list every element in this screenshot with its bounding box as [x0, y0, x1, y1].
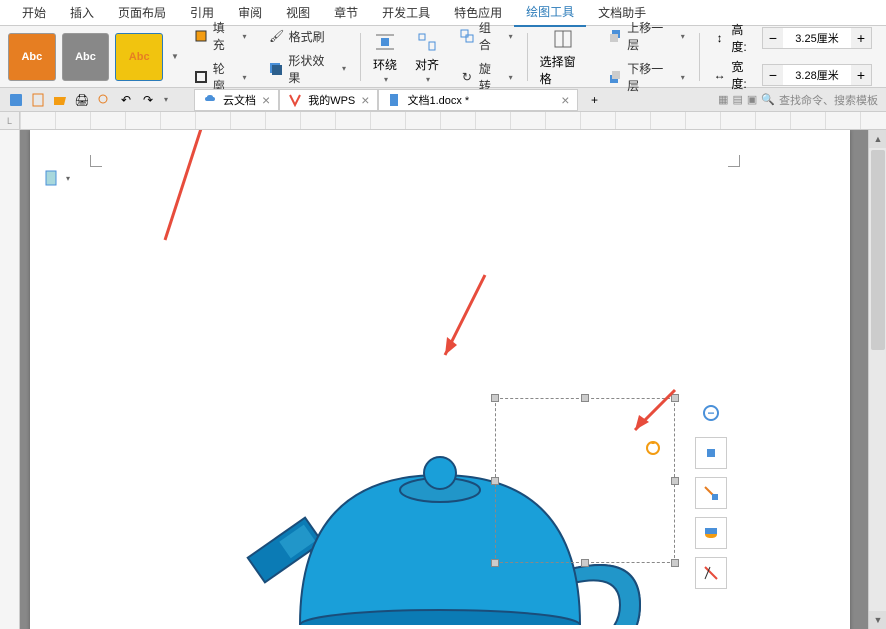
collapse-button[interactable]: −: [703, 405, 719, 421]
document-page[interactable]: ▾: [30, 130, 850, 629]
tab-devtools[interactable]: 开发工具: [370, 0, 442, 26]
movedown-button[interactable]: 下移一层▾: [605, 58, 686, 96]
shapeeffect-button[interactable]: 形状效果▾: [267, 50, 348, 88]
moveup-button[interactable]: 上移一层▾: [605, 17, 686, 55]
width-minus-button[interactable]: −: [763, 65, 783, 85]
ruler-corner: L: [0, 112, 20, 130]
height-input[interactable]: [783, 28, 851, 48]
width-input[interactable]: [783, 65, 851, 85]
close-icon[interactable]: ×: [262, 92, 270, 108]
wrap-button[interactable]: 环绕▾: [367, 30, 403, 84]
wrap-icon: [373, 30, 397, 54]
undo-icon[interactable]: ↶: [118, 92, 134, 108]
formatbrush-button[interactable]: 🖌 格式刷: [267, 26, 348, 47]
shape-style-yellow[interactable]: Abc: [115, 33, 163, 81]
margin-marker: [90, 155, 102, 167]
redo-icon[interactable]: ↷: [140, 92, 156, 108]
height-minus-button[interactable]: −: [763, 28, 783, 48]
margin-marker: [728, 155, 740, 167]
group-button[interactable]: 组合▾: [457, 17, 515, 55]
doc-options-button[interactable]: ▾: [44, 170, 70, 186]
movedown-icon: [607, 69, 623, 85]
tab-layout[interactable]: 页面布局: [106, 0, 178, 26]
brush-icon: 🖌: [269, 28, 285, 44]
qat-dropdown-icon[interactable]: ▾: [164, 95, 168, 104]
tab-chapter[interactable]: 章节: [322, 0, 370, 26]
tab-start[interactable]: 开始: [10, 0, 58, 26]
tab-drawing[interactable]: 绘图工具: [514, 0, 586, 27]
fill-button[interactable]: 填充▾: [191, 17, 249, 55]
doctab-mywps[interactable]: 我的WPS ×: [279, 89, 378, 111]
width-control: ↔ 宽度: − +: [712, 58, 872, 92]
float-wrap-button[interactable]: [695, 437, 727, 469]
scroll-down-button[interactable]: ▼: [869, 611, 886, 629]
moveup-icon: [607, 28, 623, 44]
preview-icon[interactable]: [96, 92, 112, 108]
width-plus-button[interactable]: +: [851, 65, 871, 85]
doctab-cloud[interactable]: 云文档 ×: [194, 89, 279, 111]
height-control: ↕ 高度: − +: [712, 21, 872, 55]
shape-style-gray[interactable]: Abc: [62, 33, 110, 81]
align-icon: [415, 30, 439, 54]
fill-icon: [193, 28, 209, 44]
tab-view[interactable]: 视图: [274, 0, 322, 26]
close-icon[interactable]: ×: [561, 92, 569, 108]
float-outline-button[interactable]: [695, 557, 727, 589]
page-icon: [44, 170, 60, 186]
view-icon-1[interactable]: ▦: [718, 93, 728, 106]
scroll-up-button[interactable]: ▲: [869, 130, 886, 148]
resize-handle[interactable]: [671, 394, 679, 402]
floating-tools: −: [695, 405, 727, 589]
teapot-drawing[interactable]: [240, 345, 660, 625]
effect-icon: [269, 61, 285, 77]
doctab-doc1[interactable]: 文档1.docx * ×: [378, 89, 578, 111]
scrollbar-thumb[interactable]: [871, 150, 885, 350]
quick-access-bar: 🖨 ↶ ↷ ▾ 云文档 × 我的WPS × 文档1.docx * × + ▦ ▤…: [0, 88, 886, 112]
view-icon-2[interactable]: ▤: [732, 93, 742, 106]
close-icon[interactable]: ×: [361, 92, 369, 108]
document-viewport[interactable]: ▾: [20, 130, 886, 629]
doc-icon: [387, 93, 401, 107]
wps-icon: [288, 93, 302, 107]
search-icon[interactable]: 🔍: [761, 93, 775, 106]
float-fill-button[interactable]: [695, 477, 727, 509]
annotation-arrow: [150, 130, 230, 250]
tab-insert[interactable]: 插入: [58, 0, 106, 26]
rotate-handle[interactable]: [645, 440, 661, 456]
open-icon[interactable]: [52, 92, 68, 108]
new-icon[interactable]: [30, 92, 46, 108]
ribbon-content: Abc Abc Abc ▼ 填充▾ 轮廓▾ 🖌 格式刷 形状效果▾ 环绕▾ 对齐…: [0, 26, 886, 88]
float-effect-button[interactable]: [695, 517, 727, 549]
cloud-icon: [203, 93, 217, 107]
save-icon[interactable]: [8, 92, 24, 108]
shape-style-orange[interactable]: Abc: [8, 33, 56, 81]
resize-handle[interactable]: [671, 559, 679, 567]
height-icon: ↕: [712, 30, 728, 46]
width-icon: ↔: [712, 67, 728, 83]
outline-icon: [193, 69, 209, 85]
search-area: ▦ ▤ ▣ 🔍 查找命令、搜索模板: [718, 92, 878, 108]
align-button[interactable]: 对齐▾: [409, 30, 445, 84]
selectpane-icon: [551, 27, 575, 51]
rotate-icon: ↻: [459, 69, 475, 85]
ruler-vertical: [0, 130, 20, 629]
style-dropdown-icon[interactable]: ▼: [171, 52, 179, 61]
search-placeholder[interactable]: 查找命令、搜索模板: [779, 92, 878, 108]
print-icon[interactable]: 🖨: [74, 92, 90, 108]
resize-handle[interactable]: [671, 477, 679, 485]
group-icon: [459, 28, 475, 44]
height-plus-button[interactable]: +: [851, 28, 871, 48]
scrollbar-vertical[interactable]: ▲ ▼: [868, 130, 886, 629]
newtab-button[interactable]: +: [586, 92, 602, 108]
selectpane-button[interactable]: 选择窗格: [534, 27, 594, 87]
view-icon-3[interactable]: ▣: [747, 93, 757, 106]
ruler-horizontal: L: [0, 112, 886, 130]
